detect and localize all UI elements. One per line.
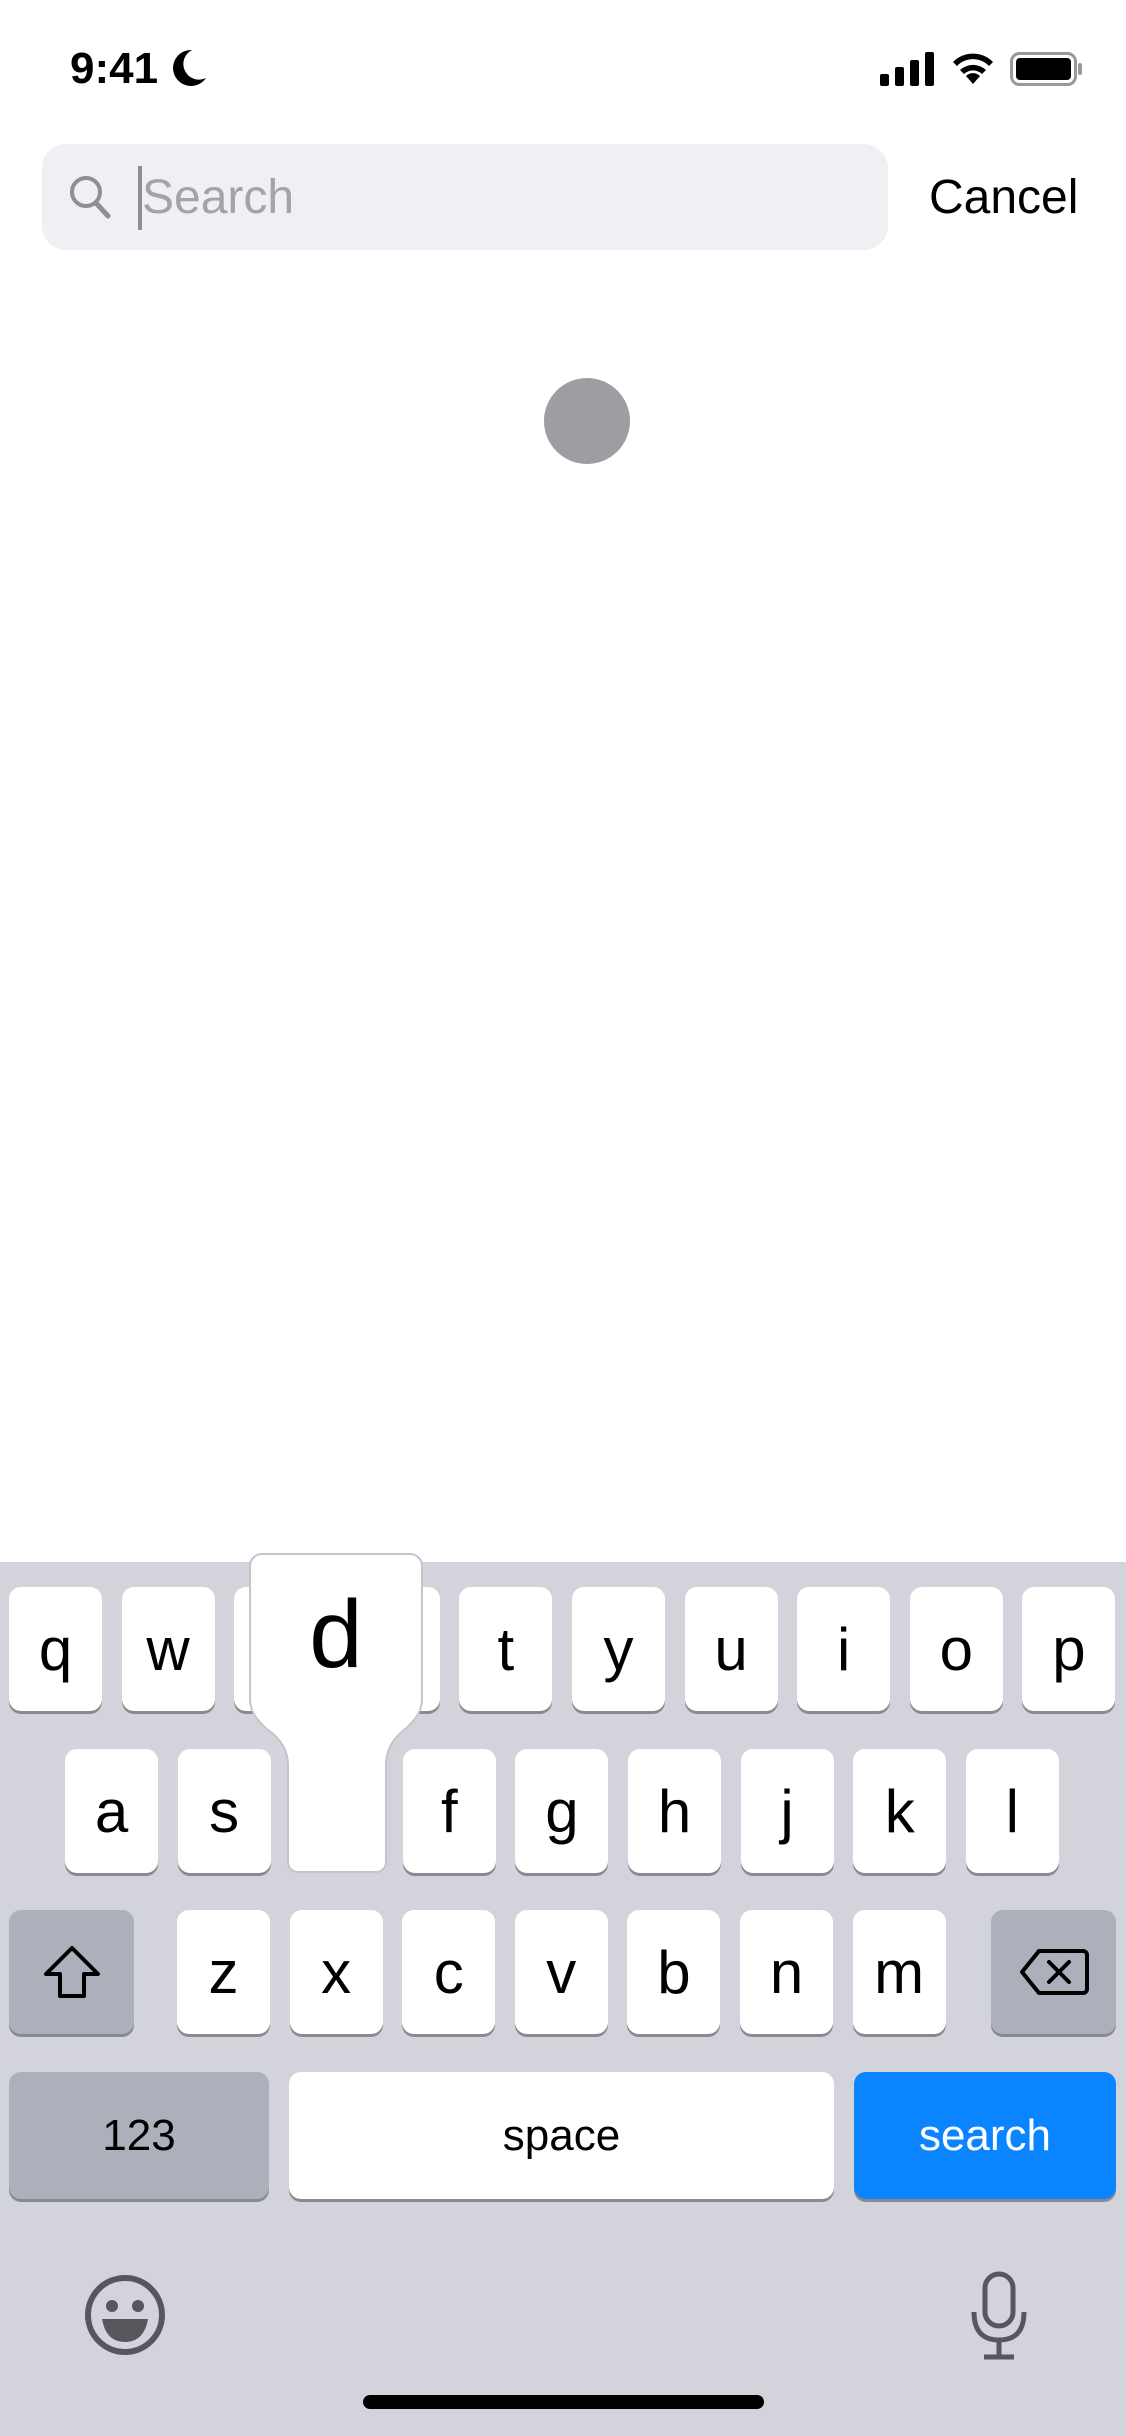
shift-icon: [43, 1946, 100, 1998]
space-key[interactable]: space: [289, 2072, 834, 2199]
key-n[interactable]: n: [740, 1910, 833, 2034]
key-l[interactable]: l: [965, 1749, 1059, 1873]
key-q[interactable]: q: [9, 1587, 102, 1711]
shift-key[interactable]: [9, 1910, 134, 2034]
keyboard: qwertyuiopasfghjklzxcvbnm123spacesearch: [0, 1562, 1126, 2436]
wifi-icon: [953, 53, 993, 84]
key-y[interactable]: y: [572, 1587, 665, 1711]
key-t[interactable]: t: [459, 1587, 553, 1711]
emoji-icon[interactable]: [84, 2274, 166, 2356]
key-p[interactable]: p: [1022, 1587, 1116, 1711]
search-key[interactable]: search: [854, 2072, 1116, 2199]
key-popup-letter: d: [309, 1581, 363, 1688]
key-k[interactable]: k: [853, 1749, 947, 1873]
key-x[interactable]: x: [289, 1910, 383, 2034]
moon-icon: [173, 49, 206, 86]
key-o[interactable]: o: [909, 1587, 1003, 1711]
numbers-key[interactable]: 123: [9, 2072, 269, 2199]
delete-icon: [1019, 1949, 1089, 1995]
key-v[interactable]: v: [514, 1910, 608, 2034]
key-w[interactable]: w: [121, 1587, 215, 1711]
cellular-signal-icon: [880, 52, 934, 86]
loading-indicator: [544, 378, 630, 464]
key-c[interactable]: c: [402, 1910, 496, 2034]
key-i[interactable]: i: [797, 1587, 891, 1711]
microphone-icon[interactable]: [966, 2270, 1032, 2362]
search-placeholder: Search: [142, 171, 295, 224]
status-time: 9:41: [70, 44, 159, 93]
key-h[interactable]: h: [628, 1749, 721, 1873]
key-z[interactable]: z: [177, 1910, 270, 2034]
battery-icon: [1010, 52, 1082, 86]
key-a[interactable]: a: [65, 1749, 158, 1873]
search-icon: [70, 176, 111, 219]
key-g[interactable]: g: [515, 1749, 609, 1873]
search-field[interactable]: Search: [42, 144, 888, 250]
key-j[interactable]: j: [740, 1749, 834, 1873]
key-m[interactable]: m: [852, 1910, 946, 2034]
home-indicator[interactable]: [363, 2395, 764, 2409]
delete-key[interactable]: [991, 1910, 1116, 2034]
key-u[interactable]: u: [684, 1587, 778, 1711]
cancel-button[interactable]: Cancel: [929, 170, 1078, 225]
key-b[interactable]: b: [627, 1910, 721, 2034]
